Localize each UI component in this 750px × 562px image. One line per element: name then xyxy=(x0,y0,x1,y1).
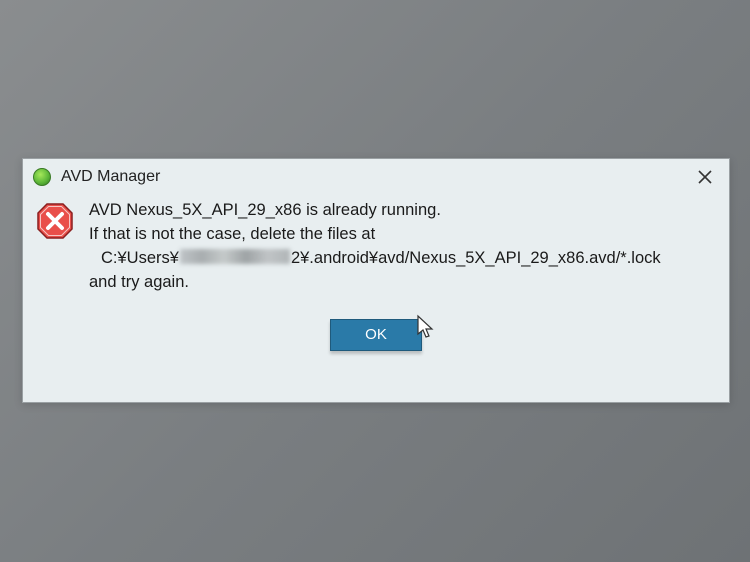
avd-manager-dialog: AVD Manager AVD Nexus_5X_API_29_x86 is a… xyxy=(22,158,730,403)
error-icon xyxy=(35,201,75,241)
redacted-username xyxy=(180,249,290,264)
titlebar: AVD Manager xyxy=(23,159,729,195)
message-line-1: AVD Nexus_5X_API_29_x86 is already runni… xyxy=(89,199,709,223)
message-line-2: If that is not the case, delete the file… xyxy=(89,223,709,247)
path-prefix: C:¥Users¥ xyxy=(101,249,179,267)
message-line-3: and try again. xyxy=(89,271,709,295)
error-message: AVD Nexus_5X_API_29_x86 is already runni… xyxy=(87,199,709,295)
path-suffix: 2¥.android¥avd/Nexus_5X_API_29_x86.avd/*… xyxy=(291,249,661,267)
dialog-title: AVD Manager xyxy=(61,168,160,186)
ok-button[interactable]: OK xyxy=(330,319,422,351)
close-icon xyxy=(698,170,712,184)
close-button[interactable] xyxy=(691,165,719,189)
button-row: OK xyxy=(23,319,729,351)
avd-app-icon xyxy=(33,168,51,186)
message-path: C:¥Users¥ 2¥.android¥avd/Nexus_5X_API_29_… xyxy=(89,247,709,271)
error-icon-wrap xyxy=(35,199,87,295)
dialog-content: AVD Nexus_5X_API_29_x86 is already runni… xyxy=(23,195,729,295)
